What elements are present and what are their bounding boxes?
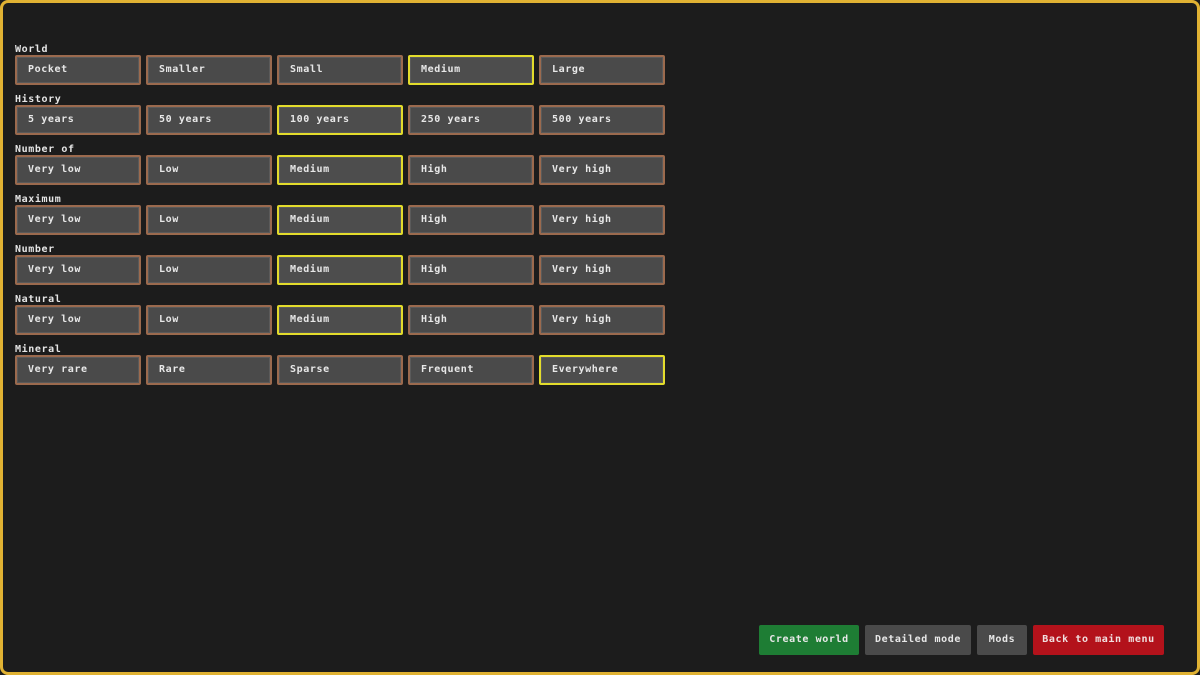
option-button-selected[interactable]: Medium (277, 305, 403, 335)
option-button-selected[interactable]: Medium (277, 155, 403, 185)
option-row: Very low Low Medium High Very high (15, 155, 670, 185)
option-button[interactable]: 250 years (408, 105, 534, 135)
option-button[interactable]: Low (146, 305, 272, 335)
option-button[interactable]: Very high (539, 205, 665, 235)
option-button[interactable]: Very low (15, 255, 141, 285)
option-button[interactable]: Low (146, 205, 272, 235)
option-row: Pocket Smaller Small Medium Large (15, 55, 670, 85)
option-button[interactable]: 5 years (15, 105, 141, 135)
action-bar: Create world Detailed mode Mods Back to … (759, 625, 1170, 655)
option-button[interactable]: Large (539, 55, 665, 85)
mods-button[interactable]: Mods (977, 625, 1027, 655)
option-button[interactable]: High (408, 255, 534, 285)
option-button[interactable]: Low (146, 255, 272, 285)
back-to-main-menu-button[interactable]: Back to main menu (1033, 625, 1164, 655)
option-button[interactable]: 50 years (146, 105, 272, 135)
option-button[interactable]: High (408, 155, 534, 185)
option-button[interactable]: Very high (539, 155, 665, 185)
option-row: 5 years 50 years 100 years 250 years 500 yea… (15, 105, 670, 135)
option-button[interactable]: Very low (15, 205, 141, 235)
option-button[interactable]: High (408, 305, 534, 335)
option-button[interactable]: High (408, 205, 534, 235)
option-row: Very low Low Medium High Very high (15, 205, 670, 235)
option-button[interactable]: Very high (539, 255, 665, 285)
option-button-selected[interactable]: Everywhere (539, 355, 665, 385)
option-button[interactable]: 500 years (539, 105, 665, 135)
option-button[interactable]: Low (146, 155, 272, 185)
create-world-button[interactable]: Create world (759, 625, 859, 655)
option-button[interactable]: Rare (146, 355, 272, 385)
option-row: Very low Low Medium High Very high (15, 305, 670, 335)
option-button[interactable]: Sparse (277, 355, 403, 385)
option-button[interactable]: Very rare (15, 355, 141, 385)
option-button[interactable]: Smaller (146, 55, 272, 85)
option-button[interactable]: Pocket (15, 55, 141, 85)
option-button-selected[interactable]: 100 years (277, 105, 403, 135)
world-gen-window: World map sizePocketSmallerSmallMediumLa… (0, 0, 1200, 675)
option-button-selected[interactable]: Medium (277, 205, 403, 235)
detailed-mode-button[interactable]: Detailed mode (865, 625, 971, 655)
option-button[interactable]: Small (277, 55, 403, 85)
option-button[interactable]: Very high (539, 305, 665, 335)
option-button-selected[interactable]: Medium (277, 255, 403, 285)
option-button-selected[interactable]: Medium (408, 55, 534, 85)
option-button[interactable]: Very low (15, 155, 141, 185)
option-row: Very low Low Medium High Very high (15, 255, 670, 285)
option-button[interactable]: Frequent (408, 355, 534, 385)
option-row: Very rare Rare Sparse Frequent Everywhere (15, 355, 670, 385)
option-button[interactable]: Very low (15, 305, 141, 335)
